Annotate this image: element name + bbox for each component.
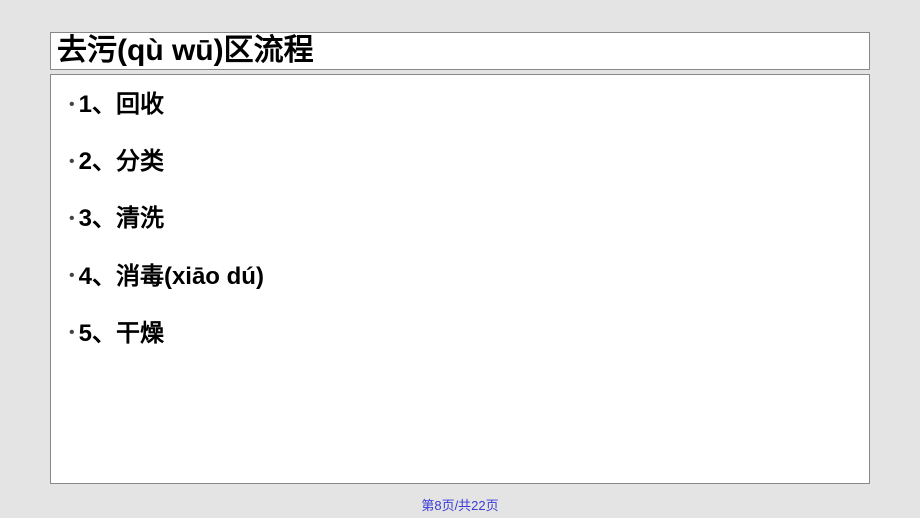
slide-container: 去污(qù wū)区流程 • 1、回收 • 2、分类 • 3、清洗 • 4、消毒… bbox=[0, 0, 920, 484]
bullet-icon: • bbox=[69, 211, 75, 227]
list-item: • 1、回收 bbox=[65, 89, 855, 120]
list-item: • 2、分类 bbox=[65, 146, 855, 177]
item-text: 2、分类 bbox=[79, 146, 164, 177]
item-text: 3、清洗 bbox=[79, 203, 164, 234]
item-text: 4、消毒(xiāo dú) bbox=[79, 261, 264, 292]
list-item: • 3、清洗 bbox=[65, 203, 855, 234]
list-item: • 4、消毒(xiāo dú) bbox=[65, 261, 855, 292]
item-text: 1、回收 bbox=[79, 89, 164, 120]
bullet-icon: • bbox=[69, 268, 75, 284]
page-indicator: 第8页/共22页 bbox=[0, 495, 920, 514]
content-box: • 1、回收 • 2、分类 • 3、清洗 • 4、消毒(xiāo dú) • 5… bbox=[50, 74, 870, 484]
bullet-icon: • bbox=[69, 325, 75, 341]
bullet-icon: • bbox=[69, 154, 75, 170]
bullet-icon: • bbox=[69, 97, 75, 113]
item-text: 5、干燥 bbox=[79, 318, 164, 349]
slide-title: 去污(qù wū)区流程 bbox=[57, 33, 863, 69]
title-box: 去污(qù wū)区流程 bbox=[50, 32, 870, 70]
list-item: • 5、干燥 bbox=[65, 318, 855, 349]
